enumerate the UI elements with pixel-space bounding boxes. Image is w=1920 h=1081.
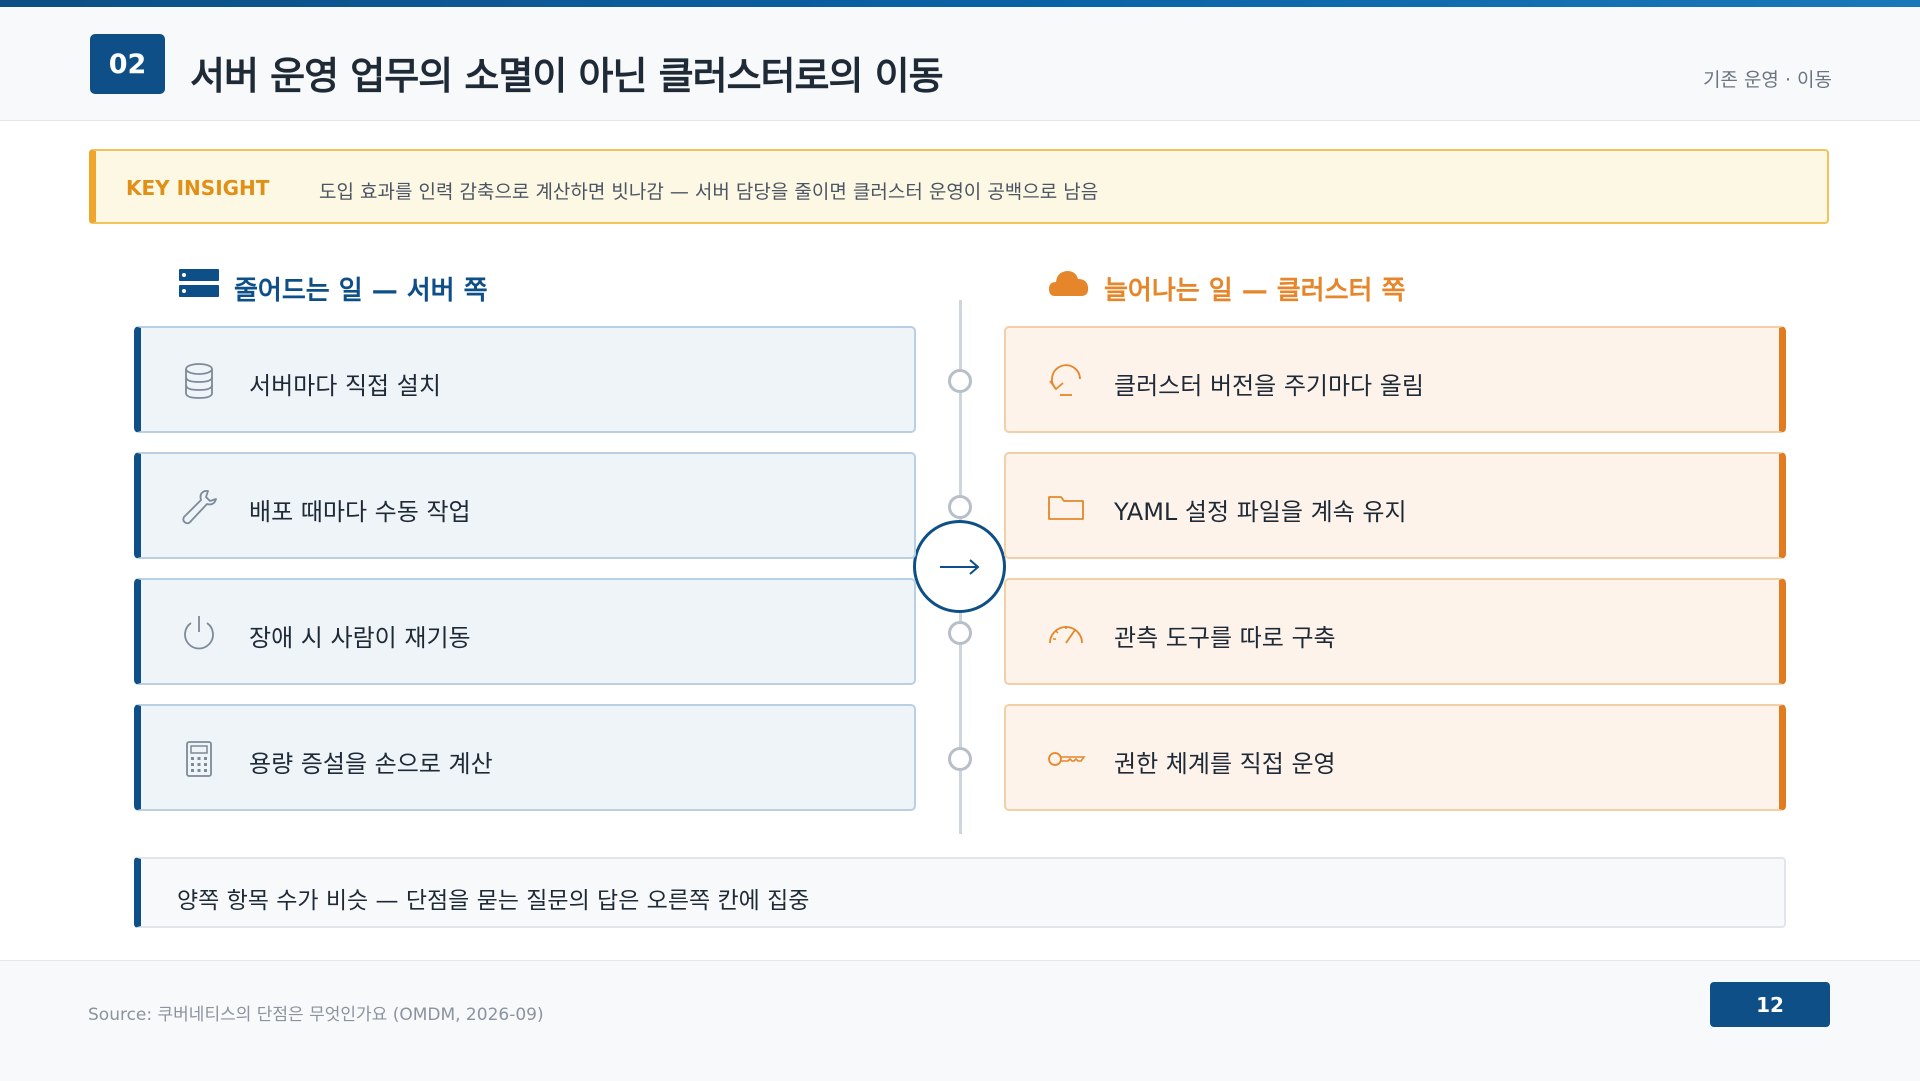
cloud-icon — [1049, 271, 1089, 296]
right-column-title: 늘어나는 일 — 클러스터 쪽 — [1104, 276, 1406, 306]
timeline-node — [948, 369, 972, 393]
server-task-label: 서버마다 직접 설치 — [249, 372, 441, 400]
slide-header: 02 서버 운영 업무의 소멸이 아닌 클러스터로의 이동 기존 운영 · 이동 — [0, 7, 1920, 121]
server-task-label: 용량 증설을 손으로 계산 — [249, 750, 493, 778]
server-task-card: 장애 시 사람이 재기동 — [134, 578, 916, 685]
wrench-icon — [182, 490, 217, 525]
summary-box: 양쪽 항목 수가 비슷 — 단점을 묻는 질문의 답은 오른쪽 칸에 집중 — [134, 857, 1786, 928]
server-task-label: 장애 시 사람이 재기동 — [249, 624, 471, 652]
server-task-card: 용량 증설을 손으로 계산 — [134, 704, 916, 811]
cluster-task-label: 관측 도구를 따로 구축 — [1114, 624, 1336, 652]
timeline-node — [948, 621, 972, 645]
left-column-title: 줄어드는 일 — 서버 쪽 — [234, 276, 488, 306]
refresh-icon — [1049, 364, 1081, 396]
key-icon — [1048, 752, 1086, 766]
server-icon — [179, 269, 219, 297]
timeline-node — [948, 495, 972, 519]
cluster-task-label: YAML 설정 파일을 계속 유지 — [1114, 498, 1407, 526]
key-insight-box: KEY INSIGHT 도입 효과를 인력 감축으로 계산하면 빗나감 — 서버… — [89, 149, 1829, 224]
cluster-task-card: YAML 설정 파일을 계속 유지 — [1004, 452, 1786, 559]
database-icon — [185, 363, 213, 399]
arrow-right-icon — [939, 558, 980, 575]
cluster-task-label: 권한 체계를 직접 운영 — [1114, 750, 1336, 778]
source-citation: Source: 쿠버네티스의 단점은 무엇인가요 (OMDM, 2026-09) — [88, 1005, 544, 1025]
cluster-task-label: 클러스터 버전을 주기마다 올림 — [1114, 372, 1424, 400]
key-insight-label: KEY INSIGHT — [126, 176, 270, 200]
timeline-node — [948, 747, 972, 771]
gauge-icon — [1049, 626, 1083, 644]
server-task-label: 배포 때마다 수동 작업 — [249, 498, 471, 526]
calculator-icon — [186, 741, 212, 777]
center-arrow-circle — [913, 520, 1006, 613]
server-task-card: 배포 때마다 수동 작업 — [134, 452, 916, 559]
slide-number-badge: 02 — [90, 34, 165, 94]
cluster-task-card: 권한 체계를 직접 운영 — [1004, 704, 1786, 811]
summary-text: 양쪽 항목 수가 비슷 — 단점을 묻는 질문의 답은 오른쪽 칸에 집중 — [177, 888, 810, 914]
server-task-card: 서버마다 직접 설치 — [134, 326, 916, 433]
top-accent-bar — [0, 0, 1920, 7]
cluster-task-card: 클러스터 버전을 주기마다 올림 — [1004, 326, 1786, 433]
section-label: 기존 운영 · 이동 — [1702, 69, 1832, 91]
power-icon — [184, 616, 214, 650]
page-number: 12 — [1710, 982, 1830, 1027]
slide-title: 서버 운영 업무의 소멸이 아닌 클러스터로의 이동 — [190, 54, 944, 98]
cluster-task-card: 관측 도구를 따로 구축 — [1004, 578, 1786, 685]
folder-icon — [1048, 496, 1084, 520]
key-insight-text: 도입 효과를 인력 감축으로 계산하면 빗나감 — 서버 담당을 줄이면 클러스… — [319, 181, 1099, 203]
